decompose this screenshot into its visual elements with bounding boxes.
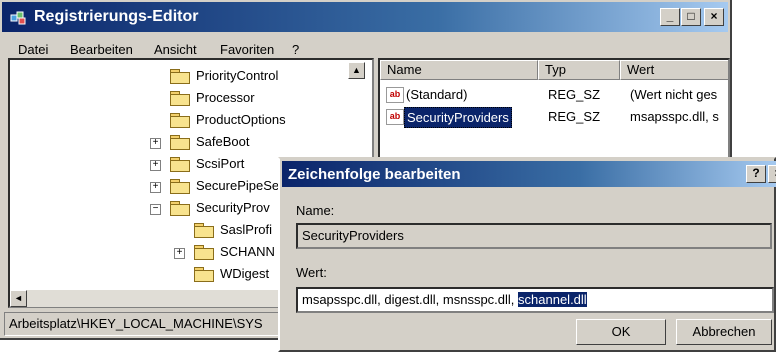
name-field: SecurityProviders: [296, 223, 772, 249]
row-value: (Wert nicht ges: [630, 87, 718, 102]
ok-button[interactable]: OK: [576, 319, 666, 345]
tree-node-label: SafeBoot: [196, 134, 250, 149]
menu-bar: Datei Bearbeiten Ansicht Favoriten ?: [2, 32, 728, 57]
expand-icon[interactable]: +: [174, 248, 185, 259]
tree-node-label: SecurityProv: [196, 200, 270, 215]
help-button[interactable]: ?: [746, 165, 766, 183]
menu-datei[interactable]: Datei: [18, 42, 48, 57]
open-folder-icon: [170, 201, 190, 216]
maximize-button[interactable]: □: [681, 8, 701, 26]
tree-node-label: SCHANN: [220, 244, 275, 259]
minimize-button[interactable]: _: [660, 8, 680, 26]
tree-node-label: SecurePipeSe: [196, 178, 280, 193]
folder-icon: [170, 179, 190, 194]
folder-icon: [194, 267, 214, 282]
tree-node-label: WDigest: [220, 266, 270, 281]
edit-string-dialog: Zeichenfolge bearbeiten ? × Name: Securi…: [278, 157, 776, 352]
column-header-type[interactable]: Typ: [538, 60, 620, 80]
tree-node-label: Processor: [196, 90, 255, 105]
scroll-up-button[interactable]: ▲: [348, 62, 365, 79]
row-type: REG_SZ: [548, 109, 601, 124]
menu-bearbeiten[interactable]: Bearbeiten: [70, 42, 133, 57]
cancel-button[interactable]: Abbrechen: [676, 319, 772, 345]
folder-icon: [170, 113, 190, 128]
window-title: Registrierungs-Editor: [34, 8, 199, 25]
value-label: Wert:: [296, 265, 327, 280]
title-bar[interactable]: Registrierungs-Editor: [2, 2, 728, 32]
tree-node-label: PriorityControl: [196, 68, 279, 83]
row-value: msapsspc.dll, s: [630, 109, 719, 124]
name-label: Name:: [296, 203, 335, 218]
string-value-icon: ab: [386, 87, 404, 103]
value-input[interactable]: msapsspc.dll, digest.dll, msnsspc.dll, s…: [296, 287, 774, 313]
value-selected-text: schannel.dll: [518, 292, 587, 307]
value-text: msapsspc.dll, digest.dll, msnsspc.dll,: [302, 292, 519, 307]
row-type: REG_SZ: [548, 87, 601, 102]
expand-icon[interactable]: +: [150, 138, 161, 149]
menu-ansicht[interactable]: Ansicht: [154, 42, 197, 57]
folder-icon: [170, 69, 190, 84]
folder-icon: [194, 223, 214, 238]
menu-help[interactable]: ?: [292, 42, 299, 57]
tree-node-label: ProductOptions: [196, 112, 286, 127]
dialog-close-button[interactable]: ×: [768, 165, 776, 183]
close-button[interactable]: ×: [704, 8, 724, 26]
column-header-value[interactable]: Wert: [620, 60, 728, 80]
tree-node-label: SaslProfi: [220, 222, 273, 237]
folder-icon: [170, 91, 190, 106]
collapse-icon[interactable]: −: [150, 204, 161, 215]
folder-icon: [170, 157, 190, 172]
tree-node-label: ScsiPort: [196, 156, 245, 171]
expand-icon[interactable]: +: [150, 160, 161, 171]
column-header-name[interactable]: Name: [380, 60, 538, 80]
row-name: (Standard): [406, 87, 468, 102]
folder-icon: [194, 245, 214, 260]
expand-icon[interactable]: +: [150, 182, 161, 193]
menu-favoriten[interactable]: Favoriten: [220, 42, 274, 57]
string-value-icon: ab: [386, 109, 404, 125]
scroll-left-button[interactable]: ◄: [10, 290, 27, 307]
dialog-title: Zeichenfolge bearbeiten: [288, 166, 461, 183]
folder-icon: [170, 135, 190, 150]
dialog-title-bar[interactable]: Zeichenfolge bearbeiten: [282, 161, 776, 187]
registry-app-icon: [10, 11, 26, 25]
row-name: SecurityProviders: [404, 107, 512, 128]
